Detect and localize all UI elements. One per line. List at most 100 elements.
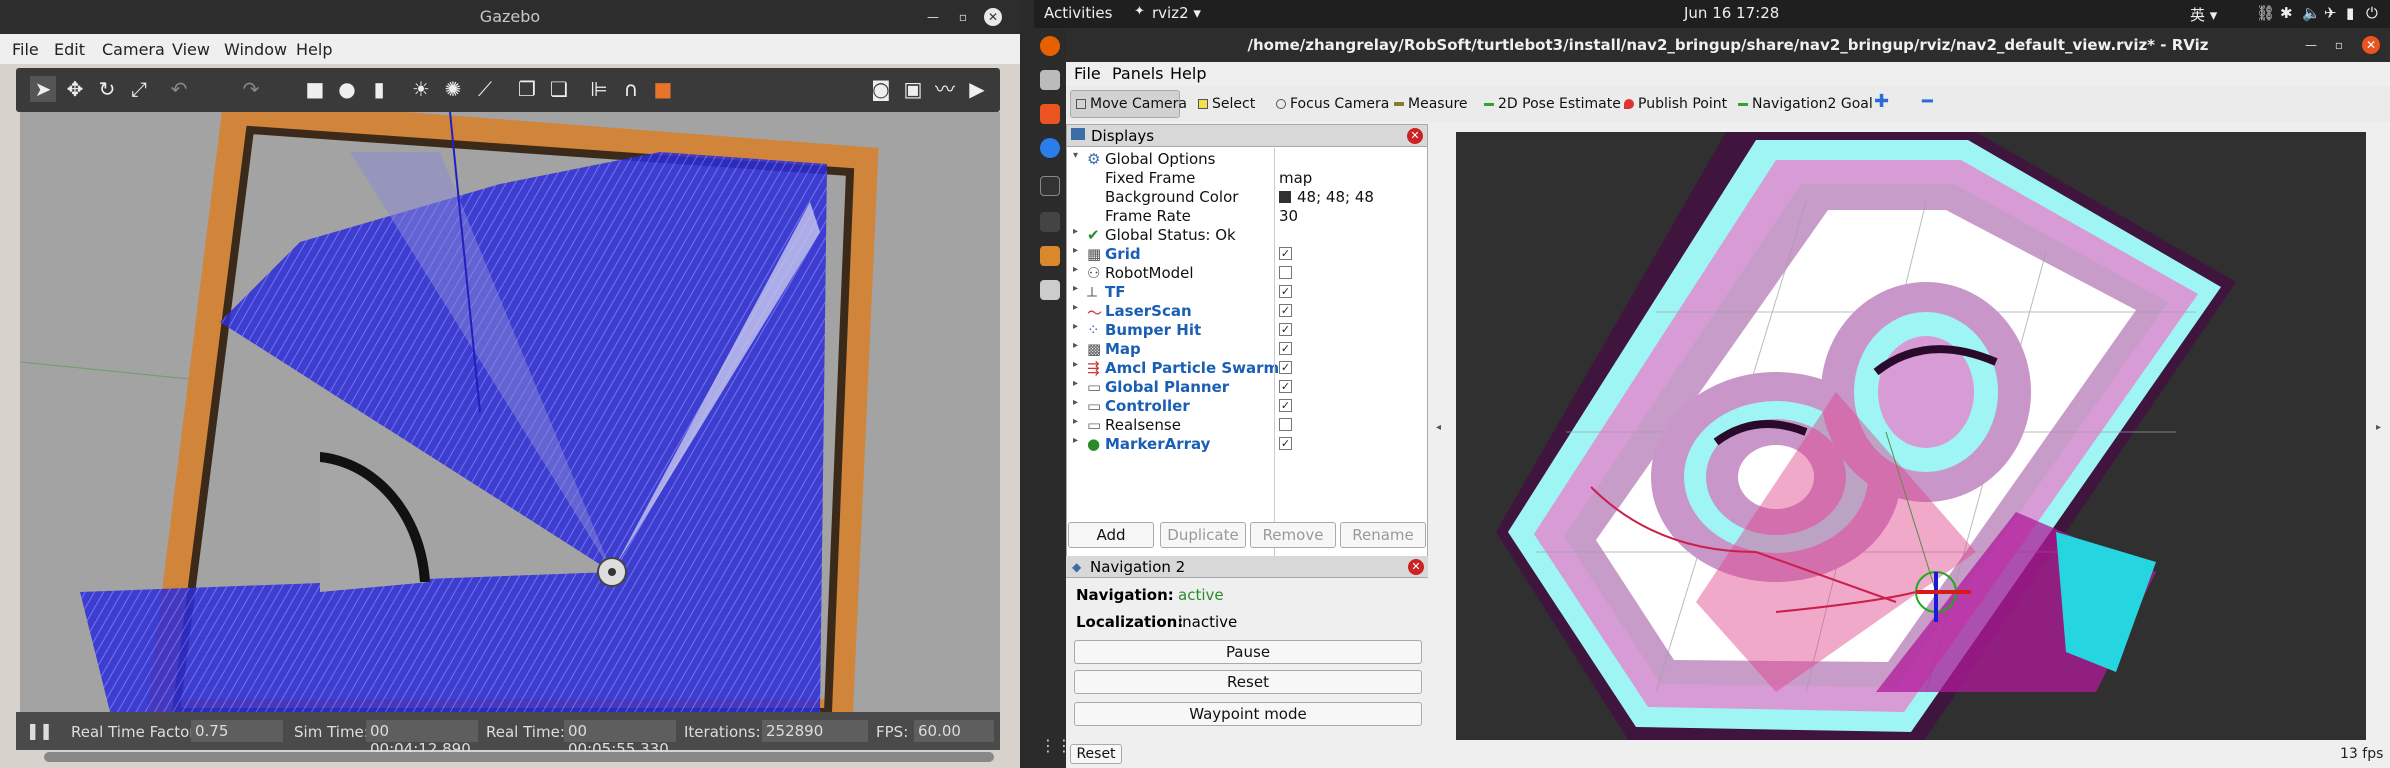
menu-file[interactable]: File	[1074, 64, 1101, 83]
display-item-robotmodel[interactable]: ▸ ⚇ RobotModel	[1067, 263, 1427, 282]
display-item-controller[interactable]: ▸ ▭ Controller ✓	[1067, 396, 1427, 415]
minimize-icon[interactable]: —	[2302, 36, 2320, 54]
add-tool-icon[interactable]: ✚	[1874, 91, 1889, 112]
frame-rate-value[interactable]: 30	[1279, 207, 1298, 225]
expand-arrow-icon[interactable]: ▸	[1073, 416, 1078, 427]
orange-model-icon[interactable]: ■	[650, 76, 676, 102]
reset-view-button[interactable]: Reset	[1070, 744, 1122, 764]
display-checkbox[interactable]: ✓	[1279, 380, 1292, 393]
global-status-row[interactable]: ▸ ✔ Global Status: Ok	[1067, 225, 1427, 244]
clock[interactable]: Jun 16 17:28	[1684, 4, 1779, 22]
expand-arrow-icon[interactable]: ▸	[1073, 397, 1078, 408]
collapse-left-icon[interactable]: ◂	[1436, 422, 1441, 433]
expand-arrow-icon[interactable]: ▸	[1073, 264, 1078, 275]
show-apps-icon[interactable]: ⋮⋮	[1040, 736, 1072, 756]
scale-icon[interactable]: ⤢	[126, 76, 152, 102]
display-checkbox[interactable]: ✓	[1279, 361, 1292, 374]
display-checkbox[interactable]	[1279, 418, 1292, 431]
firefox-icon[interactable]	[1040, 36, 1060, 56]
tool-select[interactable]: Select	[1198, 96, 1255, 112]
redo-icon[interactable]: ↷	[238, 76, 264, 102]
menu-help[interactable]: Help	[296, 40, 332, 59]
display-checkbox[interactable]: ✓	[1279, 285, 1292, 298]
gazebo-3d-view[interactable]	[20, 112, 1000, 712]
fixed-frame-row[interactable]: Fixed Frame map	[1067, 168, 1427, 187]
display-item-bumper-hit[interactable]: ▸ ⁘ Bumper Hit ✓	[1067, 320, 1427, 339]
expand-arrow-icon[interactable]: ▸	[1073, 302, 1078, 313]
expand-arrow-icon[interactable]: ▸	[1073, 245, 1078, 256]
expand-arrow-icon[interactable]: ▸	[1073, 435, 1078, 446]
point-light-icon[interactable]: ☀	[408, 76, 434, 102]
collapse-arrow-icon[interactable]: ▾	[1073, 150, 1078, 161]
background-color-row[interactable]: Background Color 48; 48; 48	[1067, 187, 1427, 206]
display-checkbox[interactable]	[1279, 266, 1292, 279]
display-checkbox[interactable]: ✓	[1279, 304, 1292, 317]
tool-measure[interactable]: Measure	[1394, 96, 1468, 112]
add-button[interactable]: Add	[1068, 522, 1154, 548]
menu-panels[interactable]: Panels	[1112, 64, 1164, 83]
battery-icon[interactable]: ▮	[2346, 4, 2354, 22]
menu-edit[interactable]: Edit	[54, 40, 85, 59]
record-video-icon[interactable]: ▶	[964, 76, 990, 102]
input-method[interactable]: 英 ▾	[2190, 4, 2217, 25]
app-menu[interactable]: rviz2 ▾	[1152, 4, 1201, 22]
waypoint-mode-button[interactable]: Waypoint mode	[1074, 702, 1422, 726]
volume-icon[interactable]: 🔈	[2302, 4, 2321, 22]
display-item-tf[interactable]: ▸ ⟂ TF ✓	[1067, 282, 1427, 301]
paste-icon[interactable]: ❏	[546, 76, 572, 102]
display-checkbox[interactable]: ✓	[1279, 437, 1292, 450]
rviz-3d-view[interactable]	[1456, 132, 2366, 754]
close-icon[interactable]: ✕	[984, 8, 1002, 26]
menu-file[interactable]: File	[12, 40, 39, 59]
rviz-dock-icon[interactable]	[1040, 212, 1060, 232]
save-icon[interactable]: ▣	[900, 76, 926, 102]
background-color-value[interactable]: 48; 48; 48	[1297, 188, 1374, 206]
display-item-amcl-particle-swarm[interactable]: ▸ ⇶ Amcl Particle Swarm ✓	[1067, 358, 1427, 377]
menu-window[interactable]: Window	[224, 40, 287, 59]
display-item-global-planner[interactable]: ▸ ▭ Global Planner ✓	[1067, 377, 1427, 396]
tool-navigation2-goal[interactable]: Navigation2 Goal	[1738, 96, 1873, 112]
color-swatch[interactable]	[1279, 191, 1291, 203]
screenshot-icon[interactable]: ◙	[868, 76, 894, 102]
close-icon[interactable]: ✕	[2362, 36, 2380, 54]
remove-tool-icon[interactable]: ━	[1922, 91, 1933, 112]
duplicate-button[interactable]: Duplicate	[1160, 522, 1246, 548]
maximize-icon[interactable]: ▫	[2330, 36, 2348, 54]
display-checkbox[interactable]: ✓	[1279, 399, 1292, 412]
display-item-markerarray[interactable]: ▸ ● MarkerArray ✓	[1067, 434, 1427, 453]
global-options-row[interactable]: ▾ ⚙ Global Options	[1067, 149, 1427, 168]
software-icon[interactable]	[1040, 104, 1060, 124]
menu-view[interactable]: View	[172, 40, 210, 59]
display-checkbox[interactable]: ✓	[1279, 323, 1292, 336]
terminal-icon[interactable]	[1040, 176, 1060, 196]
display-checkbox[interactable]: ✓	[1279, 342, 1292, 355]
airplane-icon[interactable]: ✈	[2324, 4, 2337, 22]
select-arrow-icon[interactable]: ➤	[30, 76, 56, 102]
close-panel-icon[interactable]: ✕	[1408, 559, 1424, 575]
pause-button[interactable]: Pause	[1074, 640, 1422, 664]
expand-arrow-icon[interactable]: ▸	[1073, 340, 1078, 351]
frame-rate-row[interactable]: Frame Rate 30	[1067, 206, 1427, 225]
copy-icon[interactable]: ❐	[514, 76, 540, 102]
files-icon[interactable]	[1040, 70, 1060, 90]
maximize-icon[interactable]: ▫	[954, 8, 972, 26]
snap-icon[interactable]: ∩	[618, 76, 644, 102]
expand-arrow-icon[interactable]: ▸	[1073, 283, 1078, 294]
sphere-icon[interactable]: ●	[334, 76, 360, 102]
display-item-map[interactable]: ▸ ▩ Map ✓	[1067, 339, 1427, 358]
undo-icon[interactable]: ↶	[166, 76, 192, 102]
menu-camera[interactable]: Camera	[102, 40, 165, 59]
display-checkbox[interactable]: ✓	[1279, 247, 1292, 260]
spot-light-icon[interactable]: ✺	[440, 76, 466, 102]
rotate-icon[interactable]: ↻	[94, 76, 120, 102]
fixed-frame-value[interactable]: map	[1279, 169, 1312, 187]
tool-2d-pose-estimate[interactable]: 2D Pose Estimate	[1484, 96, 1621, 112]
cylinder-icon[interactable]: ▮	[366, 76, 392, 102]
display-item-grid[interactable]: ▸ ▦ Grid ✓	[1067, 244, 1427, 263]
minimize-icon[interactable]: —	[924, 8, 942, 26]
gazebo-dock-icon[interactable]	[1040, 246, 1060, 266]
menu-help[interactable]: Help	[1170, 64, 1206, 83]
rename-button[interactable]: Rename	[1340, 522, 1426, 548]
remove-button[interactable]: Remove	[1250, 522, 1336, 548]
network-icon[interactable]: ⛓	[2256, 4, 2275, 22]
